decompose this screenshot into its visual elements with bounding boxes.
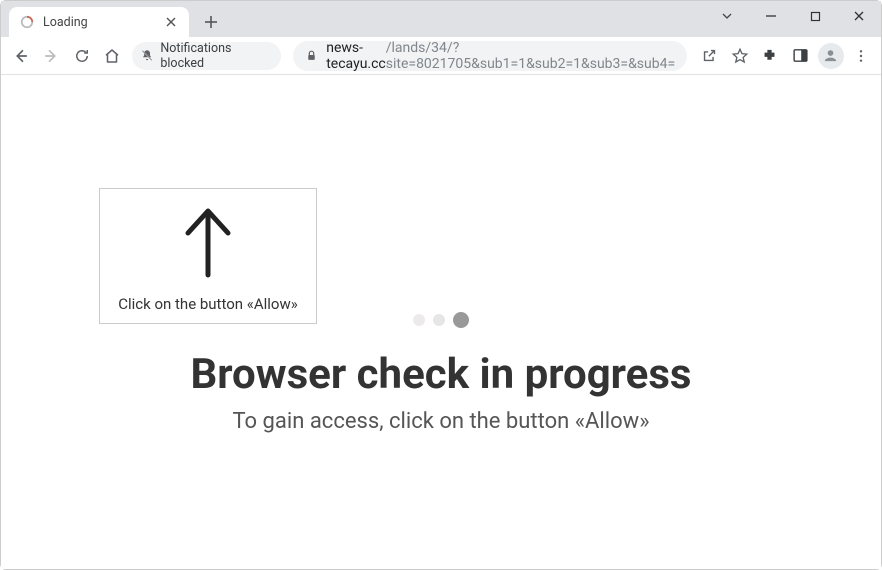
maximize-button[interactable]: [793, 1, 837, 31]
close-window-button[interactable]: [837, 1, 881, 31]
toolbar: Notifications blocked news-tecayu.cc/lan…: [1, 37, 881, 75]
forward-button[interactable]: [37, 41, 65, 71]
minimize-button[interactable]: [749, 1, 793, 31]
back-button[interactable]: [7, 41, 35, 71]
callout-text: Click on the button «Allow»: [118, 295, 298, 313]
headline: Browser check in progress: [190, 350, 691, 399]
avatar: [818, 43, 844, 69]
new-tab-button[interactable]: [197, 8, 225, 36]
browser-tab[interactable]: Loading: [9, 7, 189, 37]
close-tab-icon[interactable]: [163, 14, 179, 30]
bell-blocked-icon: [140, 48, 154, 63]
extensions-icon[interactable]: [756, 41, 784, 71]
home-button[interactable]: [98, 41, 126, 71]
up-arrow-icon: [180, 203, 236, 283]
bookmark-star-icon[interactable]: [725, 41, 753, 71]
tab-title: Loading: [43, 15, 163, 30]
reload-button[interactable]: [68, 41, 96, 71]
kebab-menu-icon[interactable]: [847, 41, 875, 71]
page-content: Click on the button «Allow» Browser chec…: [1, 75, 881, 569]
share-icon[interactable]: [695, 41, 723, 71]
dot: [433, 314, 445, 326]
lock-icon: [305, 49, 318, 62]
dot: [453, 312, 469, 328]
loading-favicon: [19, 14, 35, 30]
sidepanel-icon[interactable]: [786, 41, 814, 71]
profile-avatar[interactable]: [816, 41, 844, 71]
loading-dots: [413, 312, 469, 328]
titlebar: Loading: [1, 1, 881, 37]
allow-callout-box: Click on the button «Allow»: [99, 188, 317, 324]
window-controls: [705, 1, 881, 31]
notifications-chip-label: Notifications blocked: [160, 41, 271, 71]
caret-down-icon[interactable]: [705, 1, 749, 31]
address-bar[interactable]: news-tecayu.cc/lands/34/?site=8021705&su…: [293, 41, 687, 71]
notifications-blocked-chip[interactable]: Notifications blocked: [132, 42, 281, 70]
url-path: /lands/34/?site=8021705&sub1=1&sub2=1&su…: [386, 40, 675, 72]
subheadline: To gain access, click on the button «All…: [232, 409, 649, 434]
url-domain: news-tecayu.cc: [326, 40, 386, 72]
dot: [413, 314, 425, 326]
